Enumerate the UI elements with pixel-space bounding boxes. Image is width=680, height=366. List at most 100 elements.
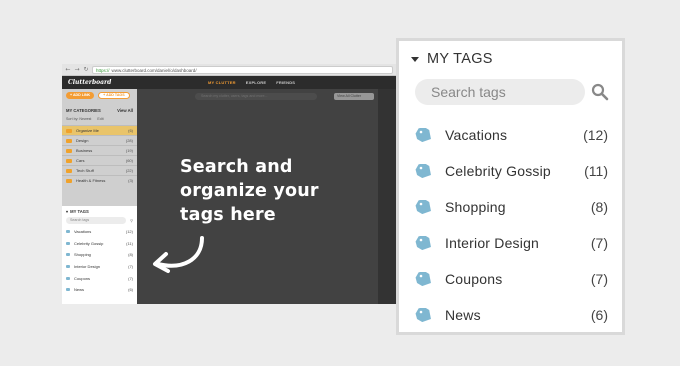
- mini-tag-item[interactable]: News (6): [66, 284, 133, 296]
- category-item[interactable]: Cars (60): [62, 155, 137, 165]
- folder-icon: [66, 128, 72, 133]
- url-bar[interactable]: https://www.clutterboard.com/daniel/o/da…: [92, 65, 393, 74]
- tags-panel-header[interactable]: MY TAGS: [411, 51, 493, 67]
- category-item[interactable]: Business (19): [62, 145, 137, 155]
- callout-text: Search and organize your tags here: [180, 155, 319, 227]
- search-icon[interactable]: [590, 82, 610, 102]
- nav-my-clutter[interactable]: MY CLUTTER: [208, 80, 236, 85]
- mini-tag-name: Coupons: [74, 275, 91, 281]
- callout-line: organize your: [180, 181, 319, 201]
- folder-icon: [66, 138, 72, 143]
- mini-tag-count: (11): [126, 240, 133, 246]
- mini-tag-count: (7): [128, 275, 133, 281]
- tag-item[interactable]: Celebrity Gossip (11): [399, 153, 622, 189]
- tag-icon: [66, 230, 70, 234]
- folder-icon: [66, 148, 72, 153]
- folder-icon: [66, 158, 72, 163]
- mini-tag-count: (6): [128, 287, 133, 293]
- mini-tag-item[interactable]: Shopping (8): [66, 249, 133, 261]
- add-tags-button[interactable]: + ADD TAGS: [98, 92, 130, 99]
- category-item[interactable]: Design (28): [62, 135, 137, 145]
- add-link-button[interactable]: + ADD LINK: [66, 92, 95, 99]
- categories-header: MY CATEGORIES View All: [62, 102, 137, 115]
- mini-tag-name: Vacations: [74, 229, 92, 235]
- categories-title: MY CATEGORIES: [66, 108, 101, 113]
- category-name: Health & Fitness: [76, 178, 106, 183]
- sort-row: Sort by: Newest Edit: [62, 115, 137, 125]
- category-count: (19): [125, 148, 133, 153]
- search-tags-input[interactable]: [415, 79, 585, 105]
- sort-select[interactable]: Sort by: Newest: [66, 117, 91, 121]
- mini-tag-count: (12): [125, 229, 133, 235]
- mini-tag-item[interactable]: Interior Design (7): [66, 261, 133, 273]
- nav-friends[interactable]: FRIENDS: [276, 80, 295, 85]
- category-count: (6): [128, 128, 133, 133]
- folder-icon: [66, 168, 72, 173]
- category-name: Business: [76, 148, 93, 153]
- mini-tag-item[interactable]: Vacations (12): [66, 226, 133, 238]
- mini-search-input[interactable]: Search tags: [66, 217, 127, 224]
- app-logo[interactable]: Clutterboard: [68, 79, 208, 86]
- mini-tag-item[interactable]: Coupons (7): [66, 272, 133, 284]
- mini-tag-count: (7): [128, 264, 133, 270]
- category-count: (28): [125, 138, 133, 143]
- category-count: (60): [125, 158, 133, 163]
- tag-icon: [66, 241, 70, 245]
- callout-line: tags here: [180, 205, 276, 225]
- view-all-link[interactable]: View All: [117, 108, 133, 113]
- main-search-input[interactable]: Search my clutter, users, tags and more.…: [195, 93, 317, 100]
- tag-icon: [415, 308, 431, 322]
- app-header: Clutterboard MY CLUTTER EXPLORE FRIENDS: [62, 76, 396, 89]
- clutter-filter-select[interactable]: View All Clutter: [334, 93, 374, 100]
- tags-panel-title: MY TAGS: [427, 51, 493, 67]
- url-text: www.clutterboard.com/daniel/o/dashboard/: [111, 67, 197, 73]
- tag-icon: [415, 128, 431, 142]
- tag-count: (6): [590, 307, 608, 323]
- mini-tag-name: Shopping: [74, 252, 91, 258]
- mini-tag-name: News: [74, 287, 85, 293]
- reload-icon[interactable]: ↻: [83, 66, 89, 73]
- tag-item[interactable]: News (6): [399, 297, 622, 333]
- mini-tag-item[interactable]: Celebrity Gossip (11): [66, 238, 133, 250]
- tag-name: Interior Design: [445, 235, 540, 251]
- mini-tags-title: MY TAGS: [70, 209, 89, 214]
- forward-icon[interactable]: →: [74, 66, 80, 73]
- back-icon[interactable]: ←: [65, 66, 71, 73]
- mini-search: Search tags ⚲: [66, 217, 133, 224]
- callout-line: Search and: [180, 157, 293, 177]
- caret-down-icon: [411, 56, 419, 62]
- category-name: Design: [76, 138, 89, 143]
- tag-name: Coupons: [445, 271, 503, 287]
- tag-count: (7): [590, 235, 608, 251]
- mini-tags-header[interactable]: ▾ MY TAGS: [66, 209, 133, 214]
- category-name: Organize Me: [76, 128, 99, 133]
- tag-count: (7): [590, 271, 608, 287]
- category-item[interactable]: Health & Fitness (3): [62, 175, 137, 185]
- category-count: (3): [128, 178, 133, 183]
- browser-toolbar: ← → ↻ https://www.clutterboard.com/danie…: [62, 64, 396, 76]
- tag-count: (8): [590, 199, 608, 215]
- mini-tag-count: (8): [128, 252, 133, 258]
- right-column: [378, 89, 396, 304]
- mini-tags-panel: ▾ MY TAGS Search tags ⚲ Vacations (12) Cel…: [62, 206, 137, 304]
- mini-tag-name: Interior Design: [74, 264, 101, 270]
- caret-down-icon: ▾: [66, 209, 69, 214]
- category-name: Cars: [76, 158, 85, 163]
- tag-item[interactable]: Vacations (12): [399, 117, 622, 153]
- edit-link[interactable]: Edit: [97, 117, 103, 121]
- tag-count: (11): [584, 163, 608, 179]
- tags-panel: MY TAGS Vacations (12) Celebrity Gossip …: [396, 38, 625, 335]
- search-icon[interactable]: ⚲: [130, 218, 133, 223]
- tag-item[interactable]: Coupons (7): [399, 261, 622, 297]
- curved-arrow-icon: [153, 236, 204, 273]
- tag-name: Shopping: [445, 199, 506, 215]
- folder-icon: [66, 178, 72, 183]
- nav-explore[interactable]: EXPLORE: [246, 80, 267, 85]
- tag-item[interactable]: Interior Design (7): [399, 225, 622, 261]
- category-item[interactable]: Organize Me (6): [62, 125, 137, 135]
- category-item[interactable]: Tech Stuff (22): [62, 165, 137, 175]
- tag-list: Vacations (12) Celebrity Gossip (11) Sho…: [399, 117, 622, 333]
- mini-tag-name: Celebrity Gossip: [74, 240, 104, 246]
- tag-icon: [66, 265, 70, 269]
- tag-item[interactable]: Shopping (8): [399, 189, 622, 225]
